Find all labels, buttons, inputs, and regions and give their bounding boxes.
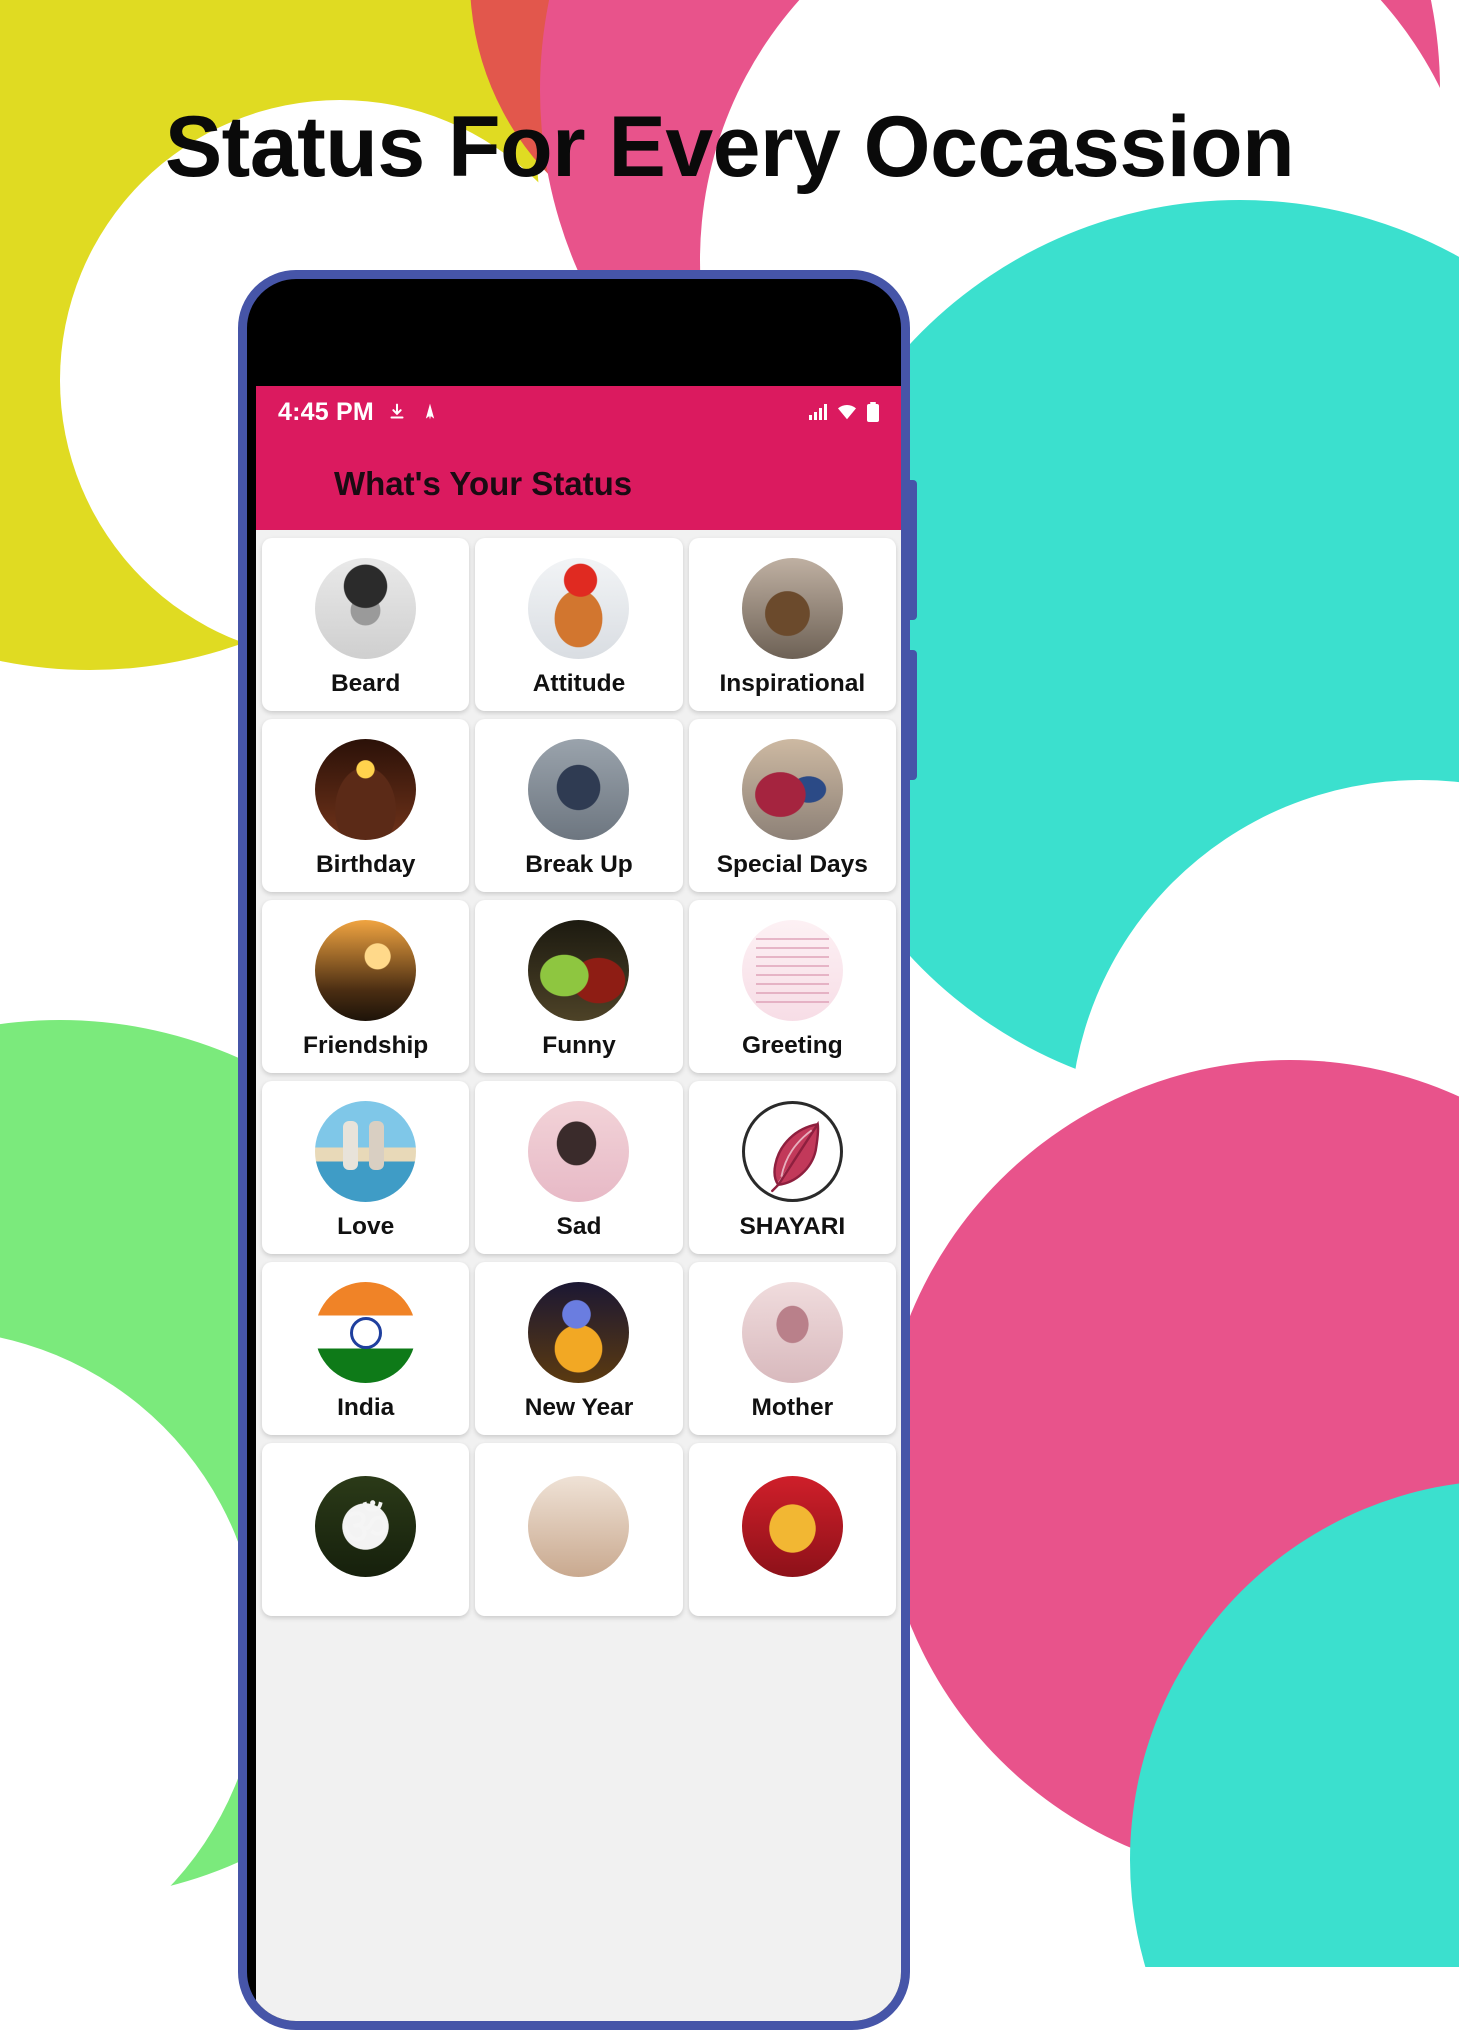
category-card-baby[interactable]	[475, 1443, 683, 1616]
sad-photo	[528, 1101, 630, 1203]
battery-icon	[866, 402, 880, 422]
category-card-inspirational[interactable]: Inspirational	[688, 538, 896, 711]
status-bar: 4:45 PM	[256, 386, 901, 438]
specialdays-photo	[741, 739, 843, 841]
beard-photo	[315, 558, 417, 660]
category-card-birthday[interactable]: Birthday	[262, 719, 470, 892]
svg-text:ॐ: ॐ	[342, 1496, 390, 1557]
category-label: Funny	[542, 1032, 616, 1060]
mother-photo	[741, 1282, 843, 1384]
category-card-india[interactable]: India	[262, 1262, 470, 1435]
category-card-mother[interactable]: Mother	[688, 1262, 896, 1435]
phone-screen: 4:45 PM What's Your Status Beard Attitud…	[256, 386, 901, 2021]
category-card-shayari[interactable]: SHAYARI	[688, 1081, 896, 1254]
category-card-greeting[interactable]: Greeting	[688, 900, 896, 1073]
category-card-funny[interactable]: Funny	[475, 900, 683, 1073]
friendship-photo	[315, 920, 417, 1022]
signal-icon	[808, 403, 828, 421]
love-photo	[315, 1101, 417, 1203]
newyear-photo	[528, 1282, 630, 1384]
category-label: Inspirational	[719, 670, 866, 698]
status-bar-left: 4:45 PM	[278, 398, 440, 427]
status-bar-clock: 4:45 PM	[278, 397, 374, 426]
status-bar-right	[808, 402, 880, 422]
app-bar: What's Your Status	[256, 438, 901, 530]
category-card-ganesh[interactable]	[688, 1443, 896, 1616]
category-label: India	[337, 1394, 395, 1422]
category-label: Mother	[751, 1394, 834, 1422]
category-card-breakup[interactable]: Break Up	[475, 719, 683, 892]
funny-photo	[528, 920, 630, 1022]
phone-mockup: 4:45 PM What's Your Status Beard Attitud…	[238, 270, 910, 2030]
birthday-photo	[315, 739, 417, 841]
category-card-friendship[interactable]: Friendship	[262, 900, 470, 1073]
category-card-attitude[interactable]: Attitude	[475, 538, 683, 711]
app-notification-icon	[420, 401, 440, 423]
category-label: Love	[337, 1213, 395, 1241]
india-flag-photo	[315, 1282, 417, 1384]
category-label: Attitude	[532, 670, 626, 698]
wifi-icon	[836, 403, 858, 421]
category-card-sad[interactable]: Sad	[475, 1081, 683, 1254]
category-label: Beard	[330, 670, 401, 698]
category-label: Friendship	[303, 1032, 429, 1060]
ganesh-photo	[741, 1475, 843, 1577]
breakup-photo	[528, 739, 630, 841]
category-label: New Year	[524, 1394, 634, 1422]
greeting-photo	[741, 920, 843, 1022]
category-label: Greeting	[741, 1032, 843, 1060]
category-grid: Beard Attitude Inspirational Birthday Br…	[256, 530, 901, 1616]
baby-photo	[528, 1475, 630, 1577]
category-card-om[interactable]: ॐ	[262, 1443, 470, 1616]
category-card-beard[interactable]: Beard	[262, 538, 470, 711]
category-label: Sad	[556, 1213, 602, 1241]
app-title: What's Your Status	[334, 465, 633, 502]
feather-icon	[741, 1101, 843, 1203]
category-label: SHAYARI	[739, 1213, 846, 1241]
category-label: Birthday	[315, 851, 416, 879]
download-icon	[386, 401, 408, 423]
category-label: Special Days	[716, 851, 868, 879]
category-card-special-days[interactable]: Special Days	[688, 719, 896, 892]
om-symbol-photo: ॐ	[315, 1475, 417, 1577]
category-card-new-year[interactable]: New Year	[475, 1262, 683, 1435]
category-card-love[interactable]: Love	[262, 1081, 470, 1254]
category-label: Break Up	[525, 851, 633, 879]
page-headline: Status For Every Occassion	[164, 99, 1295, 195]
attitude-photo	[528, 558, 630, 660]
inspirational-photo	[741, 558, 843, 660]
